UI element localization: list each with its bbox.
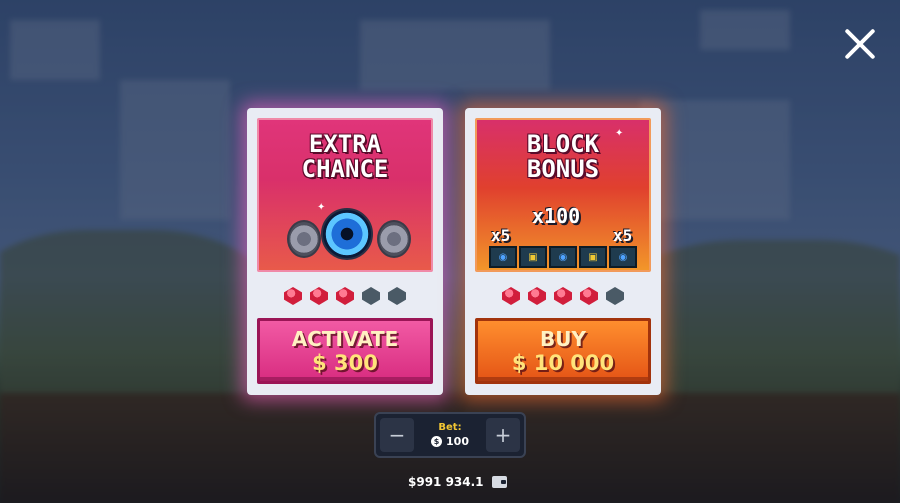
block-bonus-card: BLOCK BONUS ✦ x100 x5 x5 ◉ ▣ ◉ ▣ ◉ BUY $… (465, 108, 661, 395)
gray-eye-icon (377, 220, 411, 258)
sparkle-icon: ✦ (317, 202, 326, 213)
balance-display: $991 934.1 (408, 474, 507, 490)
extra-chance-title-line1: EXTRA (308, 130, 382, 158)
extra-chance-card: EXTRA CHANCE ✦ ACTIVATE $ 300 (247, 108, 443, 395)
bet-control: − Bet: $ 100 + (374, 412, 526, 458)
gem-filled-icon (284, 287, 302, 305)
block-tile-icon: ◉ (489, 246, 517, 268)
block-bonus-title: BLOCK BONUS (477, 132, 649, 182)
multiplier-main: x100 (532, 204, 581, 228)
gem-filled-icon (310, 287, 328, 305)
activate-button-price: $ 300 (312, 351, 378, 375)
bonus-blocks: ◉ ▣ ◉ ▣ ◉ (489, 246, 637, 268)
extra-chance-title: EXTRA CHANCE (259, 132, 431, 182)
block-tile-icon: ▣ (519, 246, 547, 268)
gem-empty-icon (606, 287, 624, 305)
bet-decrease-button[interactable]: − (380, 418, 414, 452)
buy-button[interactable]: BUY $ 10 000 (475, 318, 651, 384)
gem-empty-icon (388, 287, 406, 305)
coin-icon: $ (431, 436, 443, 447)
block-tile-icon: ◉ (549, 246, 577, 268)
balance-amount: $991 934.1 (408, 475, 484, 489)
bet-increase-button[interactable]: + (486, 418, 520, 452)
block-tile-icon: ▣ (579, 246, 607, 268)
bet-value: $ 100 (418, 434, 482, 449)
activate-button[interactable]: ACTIVATE $ 300 (257, 318, 433, 384)
buy-button-price: $ 10 000 (511, 351, 615, 375)
multiplier-left: x5 (491, 226, 511, 245)
gem-filled-icon (580, 287, 598, 305)
gem-filled-icon (554, 287, 572, 305)
gem-filled-icon (528, 287, 546, 305)
gray-eye-icon (287, 220, 321, 258)
block-bonus-title-line2: BONUS (526, 155, 600, 183)
gem-filled-icon (336, 287, 354, 305)
blue-eye-icon (321, 208, 373, 260)
extra-chance-title-line2: CHANCE (301, 155, 389, 183)
activate-button-label: ACTIVATE (291, 327, 399, 351)
wallet-icon[interactable] (491, 476, 507, 488)
block-bonus-art: BLOCK BONUS ✦ x100 x5 x5 ◉ ▣ ◉ ▣ ◉ (475, 118, 651, 272)
gem-empty-icon (362, 287, 380, 305)
gem-filled-icon (502, 287, 520, 305)
block-tile-icon: ◉ (609, 246, 637, 268)
close-icon[interactable] (842, 26, 878, 62)
buy-button-label: BUY (540, 327, 586, 351)
block-bonus-gems (475, 286, 651, 306)
bet-display: Bet: $ 100 (418, 421, 482, 449)
sparkle-icon: ✦ (615, 128, 624, 139)
multiplier-right: x5 (613, 226, 633, 245)
extra-chance-gems (257, 286, 433, 306)
extra-chance-art: EXTRA CHANCE ✦ (257, 118, 433, 272)
bet-label: Bet: (438, 422, 462, 433)
bet-amount: 100 (446, 435, 469, 448)
